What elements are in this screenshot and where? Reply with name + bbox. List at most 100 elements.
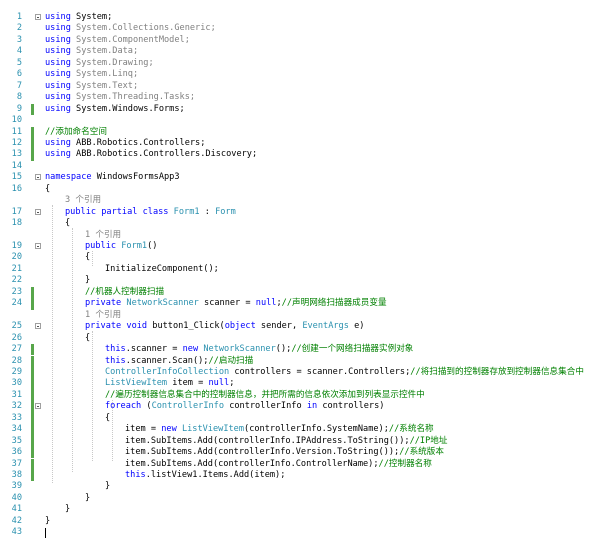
code-line-4[interactable]: 4 using System.Data;: [0, 46, 612, 57]
code-line-18[interactable]: 18 {: [0, 218, 612, 229]
code-keyword: using: [45, 69, 71, 80]
codelens-reference[interactable]: 1 个引用: [85, 310, 121, 320]
code-token: controllers = scanner.Controllers;: [229, 366, 411, 377]
line-number: 27: [11, 344, 22, 355]
code-line-12[interactable]: 12 using ABB.Robotics.Controllers;: [0, 137, 612, 150]
code-line-41[interactable]: 41}: [0, 504, 612, 515]
code-line-22[interactable]: 22}: [0, 275, 612, 286]
collapse-icon[interactable]: [35, 323, 41, 330]
code-line-11[interactable]: 11 //添加命名空间: [0, 126, 612, 138]
code-line-5[interactable]: 5 using System.Drawing;: [0, 58, 612, 69]
code-keyword: private void: [85, 321, 148, 332]
code-comment: //IP地址: [409, 435, 448, 446]
code-line-7[interactable]: 7 using System.Text;: [0, 81, 612, 92]
code-text: foreach (ControllerInfo controllerInfo i…: [105, 401, 384, 412]
code-type: Form1: [121, 241, 148, 251]
line-number: 43: [11, 527, 22, 538]
collapse-icon[interactable]: [35, 14, 41, 20]
code-line-6[interactable]: 6 using System.Linq;: [0, 69, 612, 80]
code-comment: //遍历控制器信息集合中的控制器信息，并把所需的信息依次添加到列表显示控件中: [105, 389, 425, 400]
code-token: .scanner.Scan();: [125, 355, 209, 366]
line-number: 10: [11, 115, 22, 126]
codelens-reference[interactable]: 1 个引用: [85, 230, 121, 240]
code-line-8[interactable]: 8 using System.Threading.Tasks;: [0, 92, 612, 103]
collapse-icon[interactable]: [35, 403, 41, 410]
code-line-15[interactable]: 15 namespace WindowsFormsApp3: [0, 172, 612, 183]
line-number: 32: [11, 401, 22, 412]
code-keyword: public partial class: [65, 206, 169, 217]
code-line-1[interactable]: 1 using System;: [0, 12, 612, 23]
code-type: Form1: [173, 206, 200, 217]
code-keyword: using: [45, 34, 71, 45]
code-token: System.Windows.Forms;: [70, 103, 185, 114]
text-caret: [45, 528, 46, 539]
code-text: {: [85, 252, 90, 263]
line-number: 14: [11, 160, 22, 171]
codelens-reference[interactable]: 3 个引用: [65, 195, 101, 205]
code-keyword: new: [182, 344, 199, 355]
line-number: 33: [11, 412, 22, 423]
code-line-3[interactable]: 3 using System.ComponentModel;: [0, 35, 612, 46]
code-type: EventArgs: [302, 321, 349, 332]
line-number: 22: [11, 275, 22, 286]
line-number: 25: [11, 321, 22, 332]
code-token: {: [85, 252, 91, 263]
indent-guide: [52, 205, 53, 484]
line-number: 16: [11, 183, 22, 194]
code-line-13[interactable]: 13 using ABB.Robotics.Controllers.Discove…: [0, 149, 612, 161]
code-line-38[interactable]: 38 this.listView1.Items.Add(item);: [0, 470, 612, 482]
change-marker: [31, 401, 34, 413]
code-line-42[interactable]: 42}: [0, 516, 612, 527]
code-text: //机器人控制器扫描: [85, 287, 164, 298]
code-comment: //系统名称: [388, 424, 434, 435]
code-token: }: [85, 275, 91, 286]
reference-hint-line[interactable]: 3 个引用: [0, 195, 612, 206]
line-number: 6: [16, 69, 22, 80]
line-number: 36: [11, 447, 22, 458]
code-token: .listView1.Items.Add(item);: [145, 470, 286, 480]
code-text: ControllerInfoCollection controllers = s…: [105, 367, 584, 378]
code-keyword: object: [224, 321, 256, 332]
code-token: scanner =: [198, 298, 256, 309]
code-token: ;: [229, 378, 235, 389]
code-token: ABB.Robotics.Controllers;: [70, 137, 206, 148]
line-number: 39: [11, 481, 22, 492]
code-line-24[interactable]: 24 private NetworkScanner scanner = null;…: [0, 298, 612, 310]
code-text: public partial class Form1 : Form: [65, 207, 236, 218]
code-comment: //声明网络扫描器成员变量: [281, 298, 387, 309]
code-line-10[interactable]: 10: [0, 115, 612, 126]
code-line-40[interactable]: 40}: [0, 493, 612, 504]
reference-hint-line[interactable]: 1 个引用: [0, 230, 612, 241]
code-type: Form: [215, 206, 236, 217]
code-line-9[interactable]: 9 using System.Windows.Forms;: [0, 103, 612, 115]
code-line-14[interactable]: 14: [0, 161, 612, 172]
code-text: {: [85, 333, 90, 344]
code-token: item.SubItems.Add(controllerInfo.Control…: [125, 458, 379, 469]
code-token: controllers): [317, 401, 385, 412]
code-text: private void button1_Click(object sender…: [85, 321, 364, 332]
code-editor[interactable]: 1 using System; 2 using System.Collections.…: [0, 0, 612, 544]
indent-guide: [92, 331, 93, 461]
collapse-icon[interactable]: [35, 208, 41, 215]
code-type: ControllerInfo: [151, 401, 225, 412]
code-keyword: private: [85, 298, 122, 309]
code-token: item.SubItems.Add(controllerInfo.IPAddre…: [125, 435, 410, 446]
code-token: {: [45, 183, 51, 194]
line-number: 30: [11, 378, 22, 389]
code-line-39[interactable]: 39}: [0, 481, 612, 492]
code-comment: //将扫描到的控制器存放到控制器信息集合中: [410, 366, 584, 377]
code-line-43[interactable]: 43: [0, 527, 612, 538]
code-line-17[interactable]: 17 public partial class Form1 : Form: [0, 207, 612, 218]
code-line-16[interactable]: 16 {: [0, 184, 612, 195]
collapse-icon[interactable]: [35, 243, 41, 249]
code-line-23[interactable]: 23 //机器人控制器扫描: [0, 286, 612, 299]
code-token: }: [45, 515, 51, 526]
line-number: 28: [11, 355, 22, 366]
code-keyword: using: [45, 12, 71, 22]
collapse-icon[interactable]: [35, 174, 41, 181]
code-token: button1_Click(: [147, 321, 225, 332]
code-text: {: [45, 184, 50, 195]
change-marker: [31, 424, 34, 436]
code-line-2[interactable]: 2 using System.Collections.Generic;: [0, 23, 612, 34]
reference-hint-line[interactable]: 1 个引用: [0, 310, 612, 321]
